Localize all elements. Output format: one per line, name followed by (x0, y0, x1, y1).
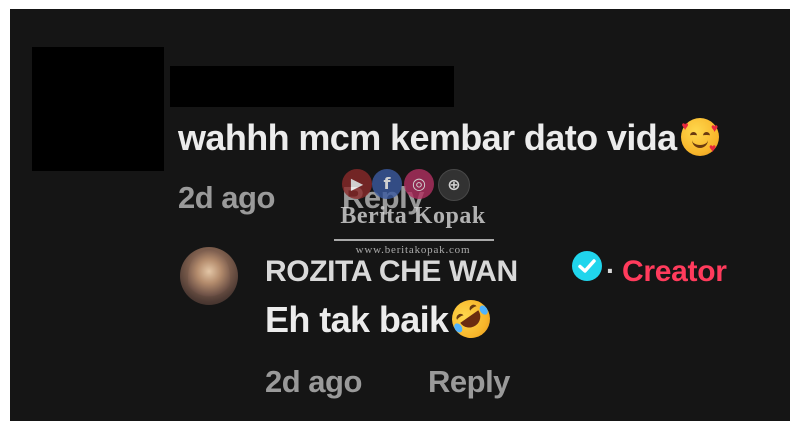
watermark: ▶ f ◎ ⊕ Berita Kopak www.beritakopak.com (328, 167, 498, 262)
comment-body: wahhh mcm kembar dato vida ♥ ♥ ♥ (178, 117, 719, 159)
youtube-icon: ▶ (342, 169, 372, 199)
watermark-icons: ▶ f ◎ ⊕ (342, 167, 502, 201)
comment-timestamp: 2d ago (178, 180, 275, 215)
watermark-title: Berita Kopak (340, 203, 486, 229)
verified-badge-icon (572, 251, 602, 281)
reply-button[interactable]: Reply (428, 364, 510, 400)
reply-body: Eh tak baik (265, 292, 498, 346)
avatar[interactable] (180, 247, 238, 305)
reply-timestamp: 2d ago (265, 364, 362, 399)
watermark-divider (334, 239, 494, 241)
instagram-icon: ◎ (404, 169, 434, 199)
smiling-face-with-hearts-icon: ♥ ♥ ♥ (680, 118, 719, 156)
reply-text: Eh tak baik (265, 299, 449, 340)
facebook-icon: f (372, 169, 402, 199)
reply-author-name[interactable]: ROZITA CHE WAN (265, 255, 518, 289)
comment-text: wahhh mcm kembar dato vida (178, 117, 677, 158)
redacted-username (170, 66, 454, 107)
comment-thread-panel: wahhh mcm kembar dato vida♥♥♥ 2d ago Rep… (10, 9, 790, 421)
separator-dot: · (606, 255, 616, 286)
creator-badge: Creator (622, 255, 727, 288)
rolling-on-floor-laughing-icon (445, 292, 498, 346)
redacted-avatar (32, 47, 164, 171)
globe-icon: ⊕ (438, 169, 470, 201)
